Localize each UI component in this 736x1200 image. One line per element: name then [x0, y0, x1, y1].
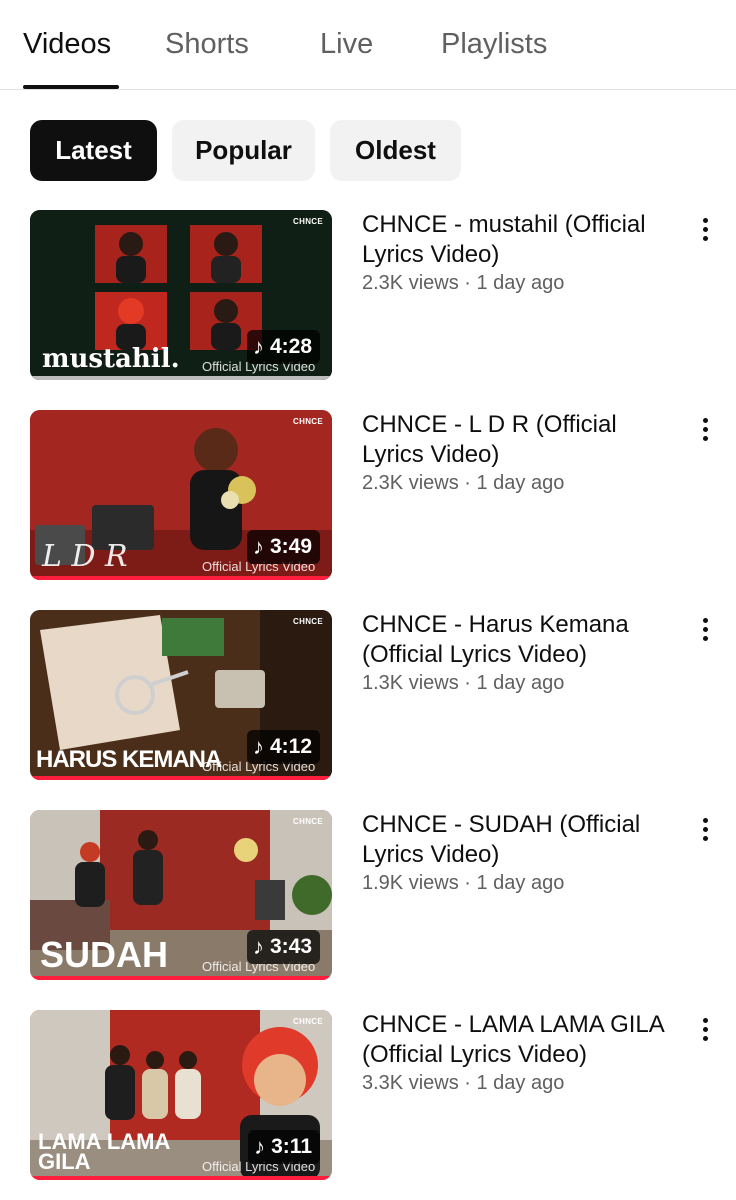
more-options-icon[interactable]: [690, 614, 720, 644]
thumbnail-title-text: mustahil.: [42, 344, 180, 374]
tab-playlists[interactable]: Playlists: [441, 28, 547, 61]
music-note-icon: ♪: [254, 1134, 266, 1159]
video-meta: 3.3K views · 1 day ago: [362, 1072, 565, 1094]
video-meta: 2.3K views · 1 day ago: [362, 472, 565, 494]
chip-oldest[interactable]: Oldest: [330, 120, 461, 181]
watch-progress-bar: [30, 1176, 332, 1180]
thumbnail-title-text: SUDAH: [40, 934, 169, 975]
tab-shorts[interactable]: Shorts: [165, 28, 249, 61]
video-meta: 1.9K views · 1 day ago: [362, 872, 565, 894]
thumbnail-title-text: HARUS KEMANA: [36, 746, 222, 773]
video-info[interactable]: CHNCE - mustahil (Official Lyrics Video)…: [362, 210, 672, 295]
tab-videos[interactable]: Videos: [23, 28, 111, 61]
music-note-icon: ♪: [252, 334, 264, 359]
thumbnail-title-text: L D R: [42, 539, 128, 574]
channel-watermark: CHNCE: [293, 617, 323, 626]
channel-watermark: CHNCE: [293, 1017, 323, 1026]
video-thumbnail[interactable]: CHNCE SUDAH Official Lyrics Video ♪ 3:43: [30, 810, 332, 980]
video-thumbnail[interactable]: CHNCE L D R Official Lyrics Video ♪ 3:49: [30, 410, 332, 580]
duration-text: 3:11: [271, 1135, 312, 1158]
channel-tabs: Videos Shorts Live Playlists: [0, 0, 736, 90]
video-info[interactable]: CHNCE - SUDAH (Official Lyrics Video) 1.…: [362, 810, 672, 895]
thumbnail-title-text: LAMA LAMA GILA: [38, 1129, 170, 1174]
video-thumbnail[interactable]: CHNCE mustahil. Official Lyrics Video ♪ …: [30, 210, 332, 380]
duration-text: 4:12: [269, 735, 312, 758]
video-item[interactable]: CHNCE HARUS KEMANA Official Lyrics Video…: [0, 610, 736, 782]
video-info[interactable]: CHNCE - L D R (Official Lyrics Video) 2.…: [362, 410, 672, 495]
watch-progress-bar: [30, 576, 332, 580]
more-options-icon[interactable]: [690, 414, 720, 444]
duration-text: 3:49: [269, 535, 312, 558]
video-thumbnail[interactable]: CHNCE LAMA LAMA GILA Official Lyrics Vid…: [30, 1010, 332, 1180]
music-note-icon: ♪: [252, 934, 264, 959]
channel-watermark: CHNCE: [293, 417, 323, 426]
video-item[interactable]: CHNCE L D R Official Lyrics Video ♪ 3:49…: [0, 410, 736, 582]
music-note-icon: ♪: [252, 534, 264, 559]
duration-badge: ♪ 3:49: [246, 530, 320, 564]
video-title[interactable]: CHNCE - mustahil (Official Lyrics Video): [362, 210, 672, 270]
active-tab-indicator: [23, 85, 119, 89]
watch-progress-bar: [30, 376, 332, 380]
watch-progress-bar: [30, 776, 332, 780]
music-note-icon: ♪: [252, 734, 264, 759]
channel-watermark: CHNCE: [293, 817, 323, 826]
more-options-icon[interactable]: [690, 814, 720, 844]
video-title[interactable]: CHNCE - SUDAH (Official Lyrics Video): [362, 810, 672, 870]
video-info[interactable]: CHNCE - Harus Kemana (Official Lyrics Vi…: [362, 610, 672, 695]
watch-progress-bar: [30, 976, 332, 980]
chip-popular[interactable]: Popular: [172, 120, 315, 181]
video-info[interactable]: CHNCE - LAMA LAMA GILA (Official Lyrics …: [362, 1010, 672, 1095]
more-options-icon[interactable]: [690, 1014, 720, 1044]
video-thumbnail[interactable]: CHNCE HARUS KEMANA Official Lyrics Video…: [30, 610, 332, 780]
duration-badge: ♪ 3:43: [246, 930, 320, 964]
video-item[interactable]: CHNCE SUDAH Official Lyrics Video ♪ 3:43…: [0, 810, 736, 982]
video-item[interactable]: CHNCE LAMA LAMA GILA Official Lyrics Vid…: [0, 1010, 736, 1182]
video-meta: 2.3K views · 1 day ago: [362, 272, 565, 294]
channel-watermark: CHNCE: [293, 217, 323, 226]
more-options-icon[interactable]: [690, 214, 720, 244]
duration-text: 3:43: [269, 935, 312, 958]
duration-badge: ♪ 3:11: [248, 1130, 320, 1164]
duration-text: 4:28: [269, 335, 312, 358]
video-title[interactable]: CHNCE - Harus Kemana (Official Lyrics Vi…: [362, 610, 672, 670]
duration-badge: ♪ 4:12: [246, 730, 320, 764]
video-meta: 1.3K views · 1 day ago: [362, 672, 565, 694]
video-title[interactable]: CHNCE - L D R (Official Lyrics Video): [362, 410, 672, 470]
tab-live[interactable]: Live: [320, 28, 373, 61]
video-title[interactable]: CHNCE - LAMA LAMA GILA (Official Lyrics …: [362, 1010, 672, 1070]
duration-badge: ♪ 4:28: [246, 330, 320, 364]
video-item[interactable]: CHNCE mustahil. Official Lyrics Video ♪ …: [0, 210, 736, 382]
chip-latest[interactable]: Latest: [30, 120, 157, 181]
